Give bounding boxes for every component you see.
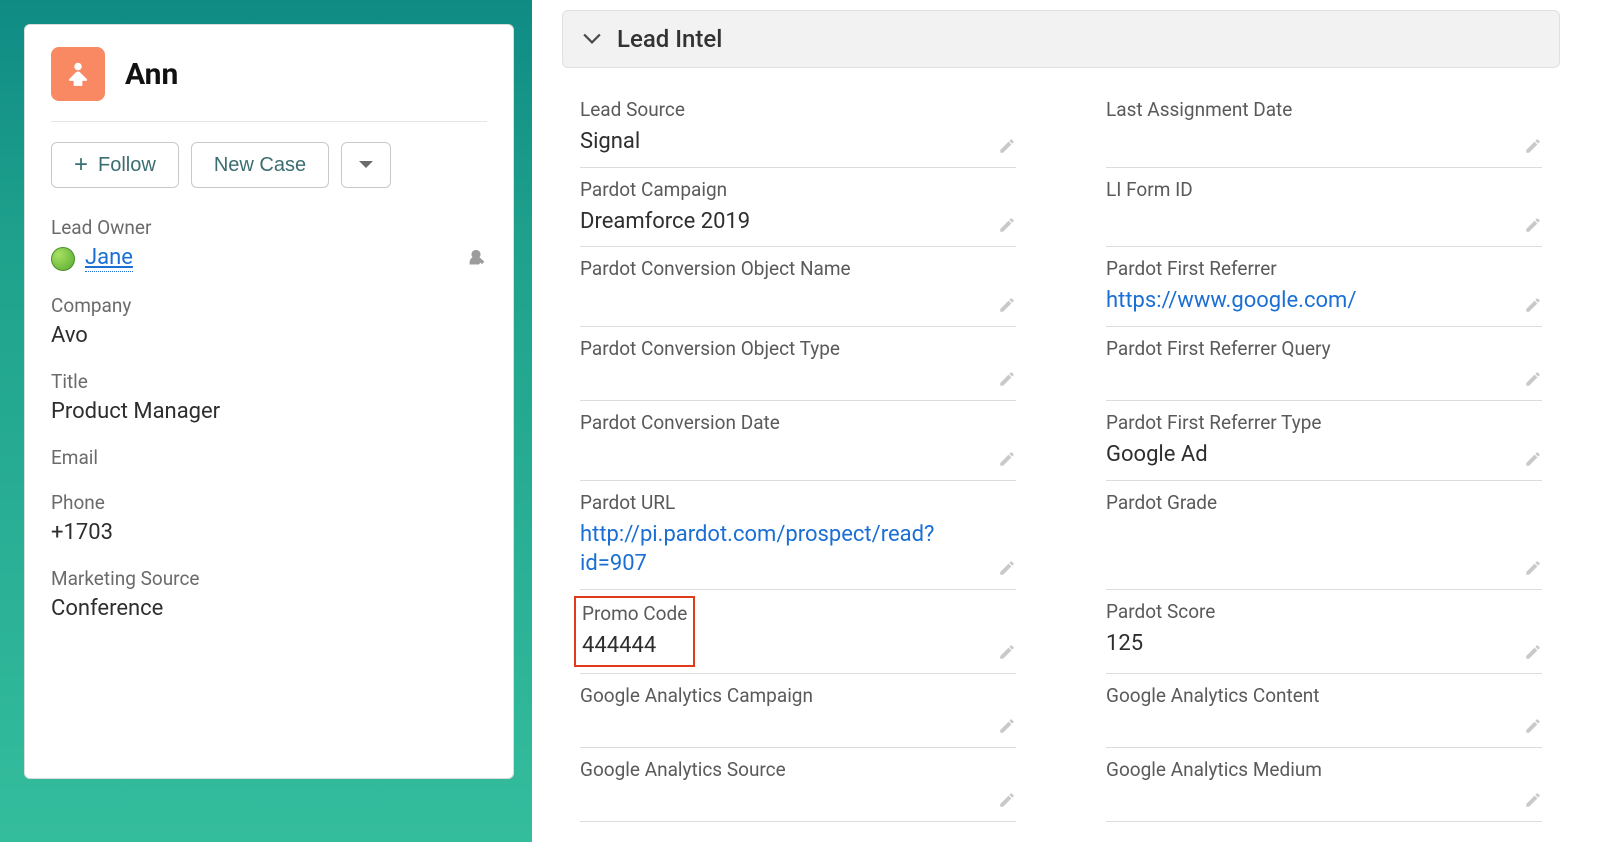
edit-icon[interactable]	[998, 370, 1016, 388]
field-label: Google Analytics Medium	[1106, 758, 1512, 781]
field-left-4: Pardot Conversion Date	[580, 401, 1016, 481]
lead-owner-link[interactable]: Jane	[85, 245, 133, 272]
section-title: Lead Intel	[617, 25, 722, 53]
more-actions-button[interactable]	[341, 142, 391, 188]
edit-icon[interactable]	[1524, 370, 1542, 388]
title-label: Title	[51, 370, 487, 393]
edit-icon[interactable]	[998, 137, 1016, 155]
field-label: Pardot Conversion Date	[580, 411, 986, 434]
field-value[interactable]: https://www.google.com/	[1106, 286, 1512, 316]
edit-icon[interactable]	[1524, 296, 1542, 314]
chevron-down-icon	[358, 160, 374, 170]
edit-icon[interactable]	[1524, 643, 1542, 661]
section-header-lead-intel[interactable]: Lead Intel	[562, 10, 1560, 68]
plus-icon: +	[74, 153, 88, 177]
new-case-button[interactable]: New Case	[191, 142, 329, 188]
edit-icon[interactable]	[998, 450, 1016, 468]
field-left-6: Promo Code 444444	[580, 590, 1016, 674]
title-value: Product Manager	[51, 399, 487, 424]
lead-intel-panel: Lead Intel Lead Source Signal Last Assignm…	[532, 0, 1600, 842]
edit-icon[interactable]	[1524, 791, 1542, 809]
mkt-src-value: Conference	[51, 596, 487, 621]
field-right-5: Pardot Grade	[1106, 481, 1542, 590]
edit-icon[interactable]	[998, 296, 1016, 314]
field-label: Google Analytics Source	[580, 758, 986, 781]
field-label: LI Form ID	[1106, 178, 1512, 201]
follow-label: Follow	[98, 154, 156, 177]
follow-button[interactable]: + Follow	[51, 142, 179, 188]
edit-icon[interactable]	[1524, 137, 1542, 155]
field-left-2: Pardot Conversion Object Name	[580, 247, 1016, 327]
lead-icon	[51, 47, 105, 101]
field-left-7: Google Analytics Campaign	[580, 674, 1016, 748]
field-right-2: Pardot First Referrer https://www.google.…	[1106, 247, 1542, 327]
edit-icon[interactable]	[1524, 216, 1542, 234]
field-label: Pardot First Referrer Type	[1106, 411, 1512, 434]
email-label: Email	[51, 446, 487, 469]
field-left-8: Google Analytics Source	[580, 748, 1016, 822]
field-right-4: Pardot First Referrer Type Google Ad	[1106, 401, 1542, 481]
lead-summary-panel: Ann + Follow New Case Lead Owner	[0, 0, 532, 842]
field-label: Pardot First Referrer	[1106, 257, 1512, 280]
new-case-label: New Case	[214, 154, 306, 177]
lead-name: Ann	[125, 57, 178, 92]
edit-icon[interactable]	[998, 717, 1016, 735]
field-value: Google Ad	[1106, 440, 1512, 470]
phone-value: +1703	[51, 520, 487, 545]
owner-avatar-icon	[51, 247, 75, 271]
field-right-7: Google Analytics Content	[1106, 674, 1542, 748]
field-label: Lead Source	[580, 98, 986, 121]
field-left-5: Pardot URL http://pi.pardot.com/prospect/…	[580, 481, 1016, 590]
field-right-8: Google Analytics Medium	[1106, 748, 1542, 822]
company-value: Avo	[51, 323, 487, 348]
field-label: Pardot Conversion Object Name	[580, 257, 986, 280]
mkt-src-label: Marketing Source	[51, 567, 487, 590]
edit-icon[interactable]	[998, 643, 1016, 661]
field-right-0: Last Assignment Date	[1106, 88, 1542, 168]
edit-icon[interactable]	[998, 791, 1016, 809]
edit-icon[interactable]	[1524, 450, 1542, 468]
company-label: Company	[51, 294, 487, 317]
field-label: Pardot Grade	[1106, 491, 1512, 514]
field-right-1: LI Form ID	[1106, 168, 1542, 248]
field-label: Pardot First Referrer Query	[1106, 337, 1512, 360]
field-label: Pardot Conversion Object Type	[580, 337, 986, 360]
field-value: Signal	[580, 127, 986, 157]
phone-label: Phone	[51, 491, 487, 514]
field-value: 444444	[582, 631, 687, 661]
field-label: Pardot Campaign	[580, 178, 986, 201]
field-label: Pardot Score	[1106, 600, 1512, 623]
edit-icon[interactable]	[998, 216, 1016, 234]
edit-icon[interactable]	[1524, 559, 1542, 577]
field-right-3: Pardot First Referrer Query	[1106, 327, 1542, 401]
lead-owner-label: Lead Owner	[51, 216, 487, 239]
chevron-down-icon	[583, 33, 601, 45]
field-value: 125	[1106, 629, 1512, 659]
field-left-0: Lead Source Signal	[580, 88, 1016, 168]
field-label: Last Assignment Date	[1106, 98, 1512, 121]
field-label: Google Analytics Campaign	[580, 684, 986, 707]
field-left-3: Pardot Conversion Object Type	[580, 327, 1016, 401]
field-label: Pardot URL	[580, 491, 986, 514]
edit-icon[interactable]	[998, 559, 1016, 577]
field-left-1: Pardot Campaign Dreamforce 2019	[580, 168, 1016, 248]
field-value[interactable]: http://pi.pardot.com/prospect/read?id=90…	[580, 520, 986, 579]
lead-header: Ann	[51, 47, 487, 122]
edit-icon[interactable]	[1524, 717, 1542, 735]
promo-code-highlight: Promo Code 444444	[574, 596, 695, 667]
field-label: Google Analytics Content	[1106, 684, 1512, 707]
field-label: Promo Code	[582, 602, 687, 625]
field-right-6: Pardot Score 125	[1106, 590, 1542, 674]
field-value: Dreamforce 2019	[580, 207, 986, 237]
change-owner-icon[interactable]	[465, 248, 487, 270]
